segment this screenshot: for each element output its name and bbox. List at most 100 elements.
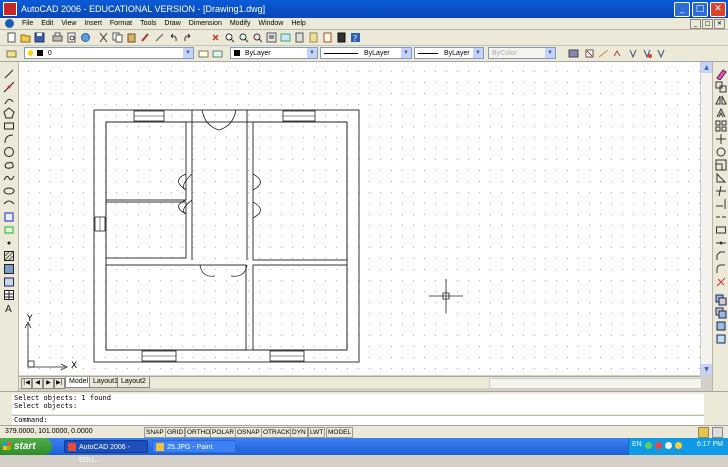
- drawing-canvas[interactable]: Y X: [19, 62, 700, 375]
- network-icon[interactable]: [645, 442, 652, 449]
- autocad-app-icon[interactable]: [3, 2, 17, 16]
- spline-icon[interactable]: [3, 172, 15, 184]
- workspace-save-icon[interactable]: [642, 48, 653, 59]
- scroll-down-button[interactable]: ▼: [701, 364, 712, 375]
- text-style-icon[interactable]: [584, 48, 595, 59]
- maximize-button[interactable]: □: [692, 2, 708, 17]
- scale-icon[interactable]: [715, 159, 727, 171]
- block-editor-icon[interactable]: [154, 32, 165, 43]
- match-properties-icon[interactable]: [140, 32, 151, 43]
- zoom-previous-icon[interactable]: [252, 32, 263, 43]
- coordinate-display[interactable]: 379.0000, 101.0000, 0.0000: [5, 427, 93, 437]
- workspace-settings-icon[interactable]: [656, 48, 667, 59]
- new-file-icon[interactable]: [6, 32, 17, 43]
- model-toggle[interactable]: MODEL: [326, 427, 354, 438]
- lwt-toggle[interactable]: LWT: [308, 427, 326, 438]
- volume-icon[interactable]: [665, 442, 672, 449]
- horizontal-scrollbar[interactable]: [489, 378, 702, 389]
- rotate-icon[interactable]: [715, 146, 727, 158]
- line-icon[interactable]: [3, 68, 15, 80]
- send-to-back-icon[interactable]: [715, 320, 727, 332]
- menu-tools[interactable]: Tools: [136, 20, 160, 27]
- start-button[interactable]: start: [0, 438, 52, 455]
- doc-close-button[interactable]: ✕: [714, 19, 725, 29]
- bring-above-icon[interactable]: [715, 333, 727, 345]
- menu-file[interactable]: File: [18, 20, 37, 27]
- trim-icon[interactable]: [715, 185, 727, 197]
- first-tab-button[interactable]: |◀: [21, 378, 32, 389]
- menu-modify[interactable]: Modify: [226, 20, 255, 27]
- menu-window[interactable]: Window: [254, 20, 287, 27]
- arc-icon[interactable]: [3, 133, 15, 145]
- copy-object-icon[interactable]: [715, 81, 727, 93]
- zoom-window-icon[interactable]: [238, 32, 249, 43]
- publish-icon[interactable]: [80, 32, 91, 43]
- fillet-icon[interactable]: [715, 263, 727, 275]
- zoom-realtime-icon[interactable]: [224, 32, 235, 43]
- command-input[interactable]: Command:: [12, 415, 704, 425]
- paste-icon[interactable]: [126, 32, 137, 43]
- make-current-layer-icon[interactable]: [198, 48, 209, 59]
- menu-dimension[interactable]: Dimension: [185, 20, 226, 27]
- draw-order-icon[interactable]: [715, 294, 727, 306]
- menu-format[interactable]: Format: [106, 20, 136, 27]
- gradient-icon[interactable]: [3, 263, 15, 275]
- hatch-icon[interactable]: [3, 250, 15, 262]
- language-indicator[interactable]: EN: [632, 441, 642, 448]
- otrack-toggle[interactable]: OTRACK: [261, 427, 293, 438]
- stretch-icon[interactable]: [715, 172, 727, 184]
- erase-icon[interactable]: [715, 68, 727, 81]
- taskbar-item-paint[interactable]: 25.JPG - Paint: [152, 440, 236, 453]
- mirror-icon[interactable]: [715, 94, 727, 106]
- menu-help[interactable]: Help: [287, 20, 309, 27]
- menu-edit[interactable]: Edit: [37, 20, 57, 27]
- save-icon[interactable]: [34, 32, 45, 43]
- doc-minimize-button[interactable]: _: [690, 19, 701, 29]
- move-icon[interactable]: [715, 133, 727, 145]
- construction-line-icon[interactable]: [3, 81, 15, 93]
- explode-icon[interactable]: [715, 276, 727, 288]
- linetype-control-dropdown[interactable]: ByLayer ▼: [320, 47, 412, 59]
- offset-icon[interactable]: [715, 107, 727, 119]
- ellipse-icon[interactable]: [3, 185, 15, 197]
- workspace-icon[interactable]: [628, 48, 639, 59]
- osnap-toggle[interactable]: OSNAP: [235, 427, 262, 438]
- extend-icon[interactable]: [715, 198, 727, 210]
- layer-manager-icon[interactable]: [6, 48, 17, 59]
- open-folder-icon[interactable]: [20, 32, 31, 43]
- antivirus-icon[interactable]: [655, 442, 662, 449]
- table-icon[interactable]: [3, 289, 15, 301]
- pan-icon[interactable]: [210, 32, 221, 43]
- revision-cloud-icon[interactable]: [3, 159, 15, 171]
- array-icon[interactable]: [715, 120, 727, 132]
- design-center-icon[interactable]: [280, 32, 291, 43]
- join-icon[interactable]: [715, 237, 727, 249]
- last-tab-button[interactable]: ▶|: [54, 378, 65, 389]
- layer-previous-icon[interactable]: [212, 48, 223, 59]
- undo-icon[interactable]: [168, 32, 179, 43]
- status-menu-icon[interactable]: [712, 427, 723, 438]
- table-style-icon[interactable]: [612, 48, 623, 59]
- color-control-dropdown[interactable]: ByLayer ▼: [230, 47, 318, 59]
- close-button[interactable]: ✕: [710, 2, 726, 17]
- calculator-icon[interactable]: [336, 32, 347, 43]
- plot-icon[interactable]: [52, 32, 63, 43]
- minimize-button[interactable]: _: [674, 2, 690, 17]
- break-at-point-icon[interactable]: [715, 211, 727, 223]
- break-icon[interactable]: [715, 224, 727, 236]
- menu-view[interactable]: View: [57, 20, 80, 27]
- prev-tab-button[interactable]: ◀: [32, 378, 43, 389]
- layer-dropdown[interactable]: 0 ▼: [24, 47, 194, 59]
- styles-icon[interactable]: [568, 48, 579, 59]
- multiline-text-icon[interactable]: A: [3, 302, 15, 315]
- circle-icon[interactable]: [3, 146, 15, 158]
- point-icon[interactable]: [3, 237, 15, 249]
- taskbar-item-autocad[interactable]: AutoCAD 2006 - EDU...: [64, 440, 148, 464]
- redo-icon[interactable]: [182, 32, 193, 43]
- scroll-up-button[interactable]: ▲: [701, 62, 712, 73]
- menu-draw[interactable]: Draw: [160, 20, 184, 27]
- security-icon[interactable]: [675, 442, 682, 449]
- rectangle-icon[interactable]: [3, 120, 15, 132]
- plot-preview-icon[interactable]: [66, 32, 77, 43]
- help-icon[interactable]: ?: [350, 32, 361, 43]
